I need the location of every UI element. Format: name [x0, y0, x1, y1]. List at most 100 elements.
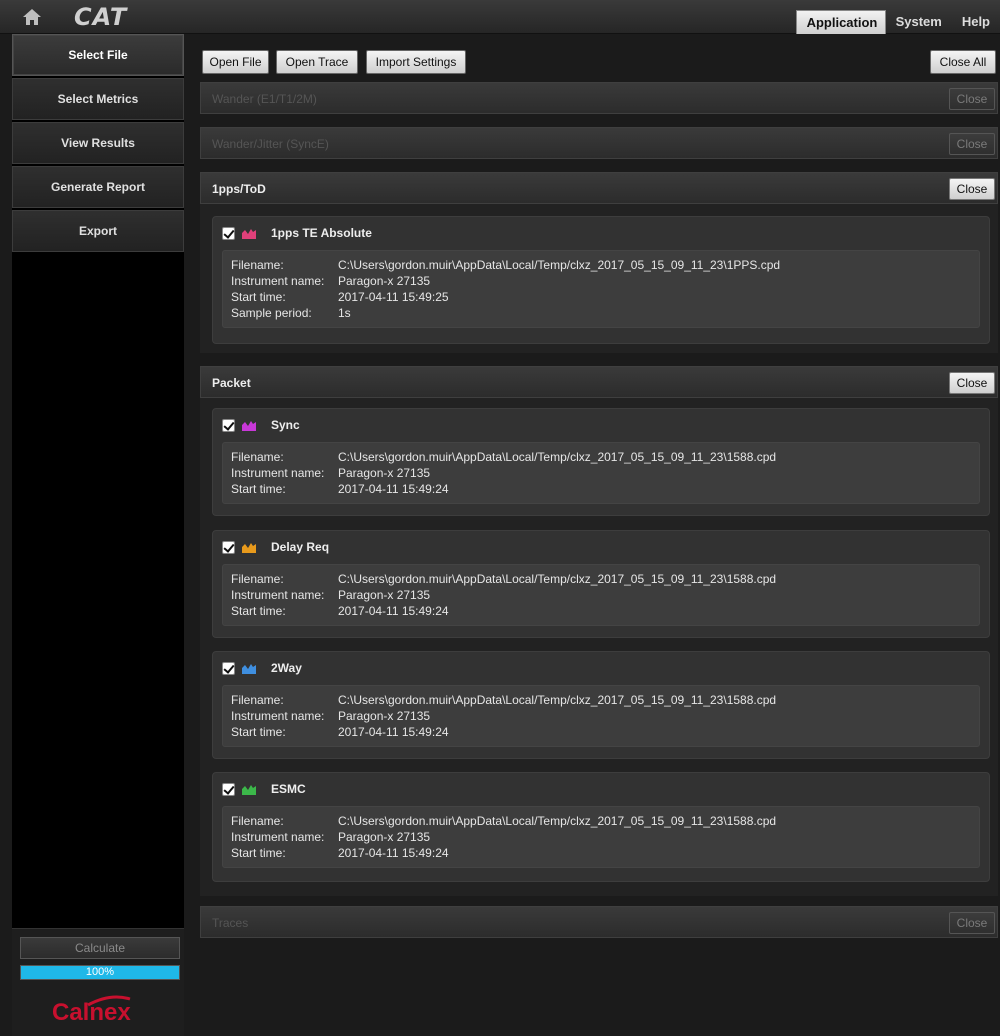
filename-value: C:\Users\gordon.muir\AppData\Local/Temp/… [338, 693, 777, 707]
start-time-label: Start time: [231, 482, 286, 496]
close-button[interactable]: Close [949, 178, 995, 200]
trace-details: Filename: C:\Users\gordon.muir\AppData\Lo… [222, 806, 980, 868]
trace-card-1pps-te-absolute: 1pps TE Absolute Filename: C:\Users\gordo… [212, 216, 990, 344]
section-header: Wander (E1/T1/2M) Close [200, 82, 998, 114]
trace-name: 1pps TE Absolute [271, 226, 372, 240]
tab-application[interactable]: Application [795, 10, 886, 34]
start-time-label: Start time: [231, 725, 286, 739]
progress-bar: 100% [20, 965, 180, 980]
section-header: Wander/Jitter (SyncE) Close [200, 127, 998, 159]
sidebar-item-export[interactable]: Export [12, 210, 184, 252]
trace-chart-icon [242, 785, 256, 795]
filename-label: Filename: [231, 693, 284, 707]
instrument-label: Instrument name: [231, 466, 325, 480]
start-time-value: 2017-04-11 15:49:24 [338, 604, 449, 618]
section-title: Traces [212, 916, 249, 930]
trace-checkbox[interactable] [222, 418, 235, 432]
close-all-button[interactable]: Close All [930, 50, 996, 74]
start-time-label: Start time: [231, 290, 286, 304]
trace-card-delay-req: Delay Req Filename: C:\Users\gordon.muir\… [212, 530, 990, 638]
filename-value: C:\Users\gordon.muir\AppData\Local/Temp/… [338, 814, 777, 828]
sample-period-value: 1s [338, 306, 351, 320]
trace-checkbox[interactable] [222, 661, 235, 675]
section-packet: Packet Close Sync Filename: C:\Users\gord… [200, 366, 998, 896]
filename-label: Filename: [231, 814, 284, 828]
top-nav: Application System Help [795, 10, 1000, 34]
instrument-value: Paragon-x 27135 [338, 588, 431, 602]
filename-label: Filename: [231, 572, 284, 586]
close-button[interactable]: Close [949, 912, 995, 934]
sidebar-item-generate-report[interactable]: Generate Report [12, 166, 184, 208]
filename-value: C:\Users\gordon.muir\AppData\Local/Temp/… [338, 258, 781, 272]
sidebar-item-select-metrics[interactable]: Select Metrics [12, 78, 184, 120]
card-head: Delay Req [222, 539, 329, 555]
tab-help[interactable]: Help [952, 10, 1000, 34]
trace-name: 2Way [271, 661, 302, 675]
trace-chart-icon [242, 229, 256, 239]
start-time-value: 2017-04-11 15:49:25 [338, 290, 449, 304]
import-settings-button[interactable]: Import Settings [366, 50, 466, 74]
trace-details: Filename: C:\Users\gordon.muir\AppData\Lo… [222, 685, 980, 747]
start-time-value: 2017-04-11 15:49:24 [338, 482, 449, 496]
trace-chart-icon [242, 664, 256, 674]
close-button[interactable]: Close [949, 88, 995, 110]
brand-logo: Calnex [52, 999, 131, 1026]
trace-details: Filename: C:\Users\gordon.muir\AppData\Lo… [222, 564, 980, 626]
instrument-value: Paragon-x 27135 [338, 830, 431, 844]
card-head: Sync [222, 417, 300, 433]
progress-text: 100% [85, 966, 115, 978]
home-icon[interactable] [22, 7, 42, 27]
instrument-label: Instrument name: [231, 830, 325, 844]
section-title: Wander (E1/T1/2M) [212, 92, 317, 106]
instrument-value: Paragon-x 27135 [338, 466, 431, 480]
trace-chart-icon [242, 543, 256, 553]
instrument-value: Paragon-x 27135 [338, 709, 431, 723]
start-time-label: Start time: [231, 846, 286, 860]
card-head: 1pps TE Absolute [222, 225, 372, 241]
top-bar: CAT Application System Help [0, 0, 1000, 34]
trace-chart-icon [242, 421, 256, 431]
close-button[interactable]: Close [949, 372, 995, 394]
trace-checkbox[interactable] [222, 226, 235, 240]
trace-card-2way: 2Way Filename: C:\Users\gordon.muir\AppDa… [212, 651, 990, 759]
app-logo: CAT [74, 3, 128, 31]
trace-card-sync: Sync Filename: C:\Users\gordon.muir\AppDa… [212, 408, 990, 516]
sidebar: Select File Select Metrics View Results … [12, 34, 184, 1036]
trace-details: Filename: C:\Users\gordon.muir\AppData\Lo… [222, 250, 980, 328]
section-title: Packet [212, 376, 251, 390]
section-header: Traces Close [200, 906, 998, 938]
section-title: 1pps/ToD [212, 182, 266, 196]
section-header: 1pps/ToD Close [200, 172, 998, 204]
open-file-button[interactable]: Open File [202, 50, 269, 74]
section-traces: Traces Close [200, 906, 998, 938]
card-head: ESMC [222, 781, 306, 797]
section-wander: Wander (E1/T1/2M) Close [200, 82, 998, 114]
filename-label: Filename: [231, 450, 284, 464]
trace-name: Sync [271, 418, 300, 432]
filename-label: Filename: [231, 258, 284, 272]
trace-details: Filename: C:\Users\gordon.muir\AppData\Lo… [222, 442, 980, 504]
trace-card-esmc: ESMC Filename: C:\Users\gordon.muir\AppDa… [212, 772, 990, 882]
sidebar-item-select-file[interactable]: Select File [12, 34, 184, 76]
main-panel: Open File Open Trace Import Settings Clo… [200, 46, 1000, 1036]
section-header: Packet Close [200, 366, 998, 398]
tab-system[interactable]: System [886, 10, 952, 34]
trace-name: ESMC [271, 782, 306, 796]
trace-name: Delay Req [271, 540, 330, 554]
trace-checkbox[interactable] [222, 782, 235, 796]
open-trace-button[interactable]: Open Trace [276, 50, 358, 74]
calculate-button[interactable]: Calculate [20, 937, 180, 959]
card-head: 2Way [222, 660, 302, 676]
filename-value: C:\Users\gordon.muir\AppData\Local/Temp/… [338, 450, 777, 464]
sidebar-item-view-results[interactable]: View Results [12, 122, 184, 164]
instrument-label: Instrument name: [231, 709, 325, 723]
filename-value: C:\Users\gordon.muir\AppData\Local/Temp/… [338, 572, 777, 586]
start-time-label: Start time: [231, 604, 286, 618]
close-button[interactable]: Close [949, 133, 995, 155]
trace-checkbox[interactable] [222, 540, 235, 554]
instrument-label: Instrument name: [231, 588, 325, 602]
start-time-value: 2017-04-11 15:49:24 [338, 725, 449, 739]
instrument-label: Instrument name: [231, 274, 325, 288]
start-time-value: 2017-04-11 15:49:24 [338, 846, 449, 860]
section-wander-jitter: Wander/Jitter (SyncE) Close [200, 127, 998, 159]
